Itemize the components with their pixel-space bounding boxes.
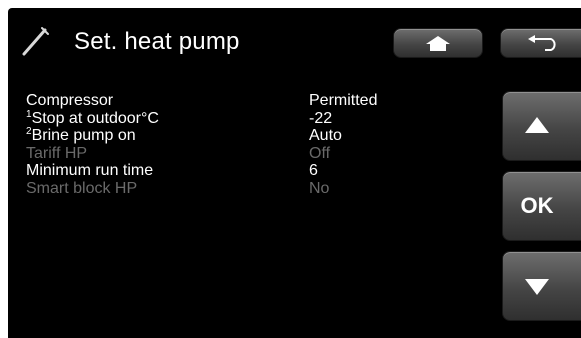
setting-value: Off xyxy=(309,144,331,162)
setting-label: Smart block HP xyxy=(26,180,137,198)
setting-row[interactable]: Compressor Permitted xyxy=(26,92,486,110)
up-arrow-icon xyxy=(525,117,549,133)
setting-value: Auto xyxy=(309,127,342,144)
setting-row[interactable]: 2Brine pump on Auto xyxy=(26,127,486,145)
wrench-icon xyxy=(22,27,49,56)
home-icon xyxy=(426,36,450,51)
setting-row[interactable]: Minimum run time 6 xyxy=(26,162,486,180)
down-arrow-icon xyxy=(525,279,549,295)
header: Set. heat pump xyxy=(8,8,581,78)
back-arrow-icon xyxy=(528,35,556,51)
setting-label: Minimum run time xyxy=(26,162,153,180)
setting-value: No xyxy=(309,179,330,197)
setting-label: 2Brine pump on xyxy=(26,127,136,145)
setting-label-text: Tariff HP xyxy=(26,144,88,162)
setting-value: Permitted xyxy=(309,92,378,109)
setting-label-text: Smart block HP xyxy=(26,179,138,197)
setting-label-text: Stop at outdoor°C xyxy=(31,109,159,127)
setting-label: 1Stop at outdoor°C xyxy=(26,109,159,128)
back-button[interactable] xyxy=(500,28,581,58)
setting-label-text: Minimum run time xyxy=(26,162,154,179)
ok-button[interactable]: OK xyxy=(502,171,581,241)
ok-label: OK xyxy=(520,193,554,218)
setting-label-text: Compressor xyxy=(26,92,114,109)
setting-label: Compressor xyxy=(26,92,113,110)
setting-label-text: Brine pump on xyxy=(31,127,136,144)
setting-row[interactable]: 1Stop at outdoor°C -22 xyxy=(26,109,486,128)
setting-row: Tariff HP Off xyxy=(26,145,486,163)
scroll-down-button[interactable] xyxy=(502,251,581,321)
page-title: Set. heat pump xyxy=(74,28,240,55)
heat-pump-settings-screen: Set. heat pump Compressor Permitted 1Stop … xyxy=(8,8,581,338)
setting-label: Tariff HP xyxy=(26,145,87,163)
settings-list: Compressor Permitted 1Stop at outdoor°C -22… xyxy=(26,92,486,197)
scroll-up-button[interactable] xyxy=(502,91,581,161)
setting-row: Smart block HP No xyxy=(26,180,486,198)
setting-value: -22 xyxy=(309,109,333,127)
setting-value: 6 xyxy=(309,162,318,179)
home-button[interactable] xyxy=(393,28,483,58)
